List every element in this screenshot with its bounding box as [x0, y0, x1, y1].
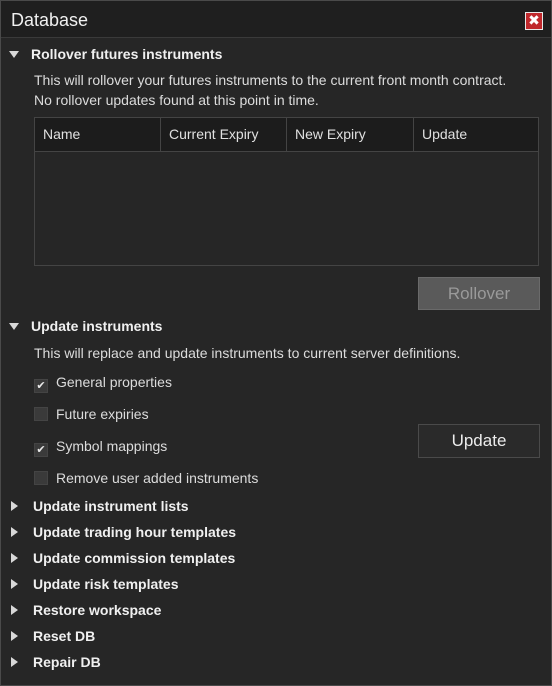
section-restore-workspace[interactable]: Restore workspace [9, 602, 161, 622]
section-title: Update trading hour templates [33, 524, 237, 540]
section-title: Reset DB [33, 628, 96, 644]
section-title: Update risk templates [33, 576, 179, 592]
database-window: Database ✖ Rollover futures instruments … [0, 0, 552, 686]
checkmark-icon: ✔ [36, 444, 46, 456]
triangle-right-icon [11, 657, 18, 667]
section-update-commission-templates[interactable]: Update commission templates [9, 550, 235, 570]
column-header-update[interactable]: Update [414, 118, 538, 151]
triangle-right-icon [11, 605, 18, 615]
triangle-down-icon [9, 51, 19, 58]
window-title: Database [11, 10, 89, 30]
triangle-right-icon [11, 501, 18, 511]
triangle-right-icon [11, 527, 18, 537]
update-button[interactable]: Update [418, 424, 540, 458]
grid-header: Name Current Expiry New Expiry Update [35, 118, 538, 152]
triangle-down-icon [9, 323, 19, 330]
section-update-trading-hour-templates[interactable]: Update trading hour templates [9, 524, 236, 544]
update-instruments-description: This will replace and update instruments… [34, 345, 461, 361]
section-reset-db[interactable]: Reset DB [9, 628, 95, 648]
section-title: Update commission templates [33, 550, 236, 566]
section-update-instruments-header[interactable]: Update instruments [9, 318, 162, 338]
checkbox-remove-user-added[interactable] [34, 471, 48, 485]
checkbox-future-expiries[interactable] [34, 407, 48, 421]
option-general-properties[interactable]: ✔ General properties [34, 374, 172, 394]
rollover-button[interactable]: Rollover [418, 277, 540, 310]
close-icon[interactable]: ✖ [525, 12, 543, 30]
option-label: Future expiries [56, 406, 149, 422]
section-repair-db[interactable]: Repair DB [9, 654, 101, 674]
column-header-new-expiry[interactable]: New Expiry [287, 118, 414, 151]
rollover-description-line-1: This will rollover your futures instrume… [34, 72, 507, 88]
checkbox-general-properties[interactable]: ✔ [34, 379, 48, 393]
triangle-right-icon [11, 553, 18, 563]
section-update-instruments-title: Update instruments [31, 318, 163, 334]
section-rollover-title: Rollover futures instruments [31, 46, 223, 62]
section-title: Update instrument lists [33, 498, 189, 514]
option-label: Remove user added instruments [56, 470, 259, 486]
section-title: Restore workspace [33, 602, 162, 618]
option-remove-user-added[interactable]: Remove user added instruments [34, 470, 258, 490]
triangle-right-icon [11, 579, 18, 589]
section-update-risk-templates[interactable]: Update risk templates [9, 576, 179, 596]
option-label: Symbol mappings [56, 438, 168, 454]
title-bar: Database ✖ [1, 1, 551, 38]
option-label: General properties [56, 374, 172, 390]
column-header-name[interactable]: Name [35, 118, 161, 151]
checkmark-icon: ✔ [36, 380, 46, 392]
triangle-right-icon [11, 631, 18, 641]
section-rollover-header[interactable]: Rollover futures instruments [9, 46, 222, 66]
option-future-expiries[interactable]: Future expiries [34, 406, 149, 426]
column-header-current-expiry[interactable]: Current Expiry [161, 118, 287, 151]
rollover-grid[interactable]: Name Current Expiry New Expiry Update [34, 117, 539, 266]
checkbox-symbol-mappings[interactable]: ✔ [34, 443, 48, 457]
option-symbol-mappings[interactable]: ✔ Symbol mappings [34, 438, 167, 458]
section-title: Repair DB [33, 654, 101, 670]
rollover-description-line-2: No rollover updates found at this point … [34, 92, 319, 108]
section-update-instrument-lists[interactable]: Update instrument lists [9, 498, 189, 518]
